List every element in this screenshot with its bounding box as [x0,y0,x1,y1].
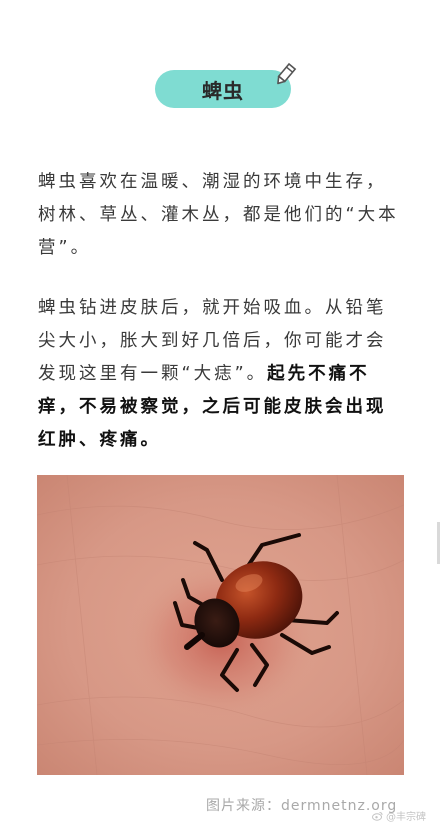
tick-on-skin-illustration [37,475,404,775]
paragraph-habitat: 蜱虫喜欢在温暖、潮湿的环境中生存，树林、草丛、灌木丛，都是他们的“大本营”。 [38,166,406,265]
tick-photo [37,475,404,775]
pencil-icon [277,62,297,85]
weibo-icon [372,811,383,821]
section-title: 蜱虫 [202,78,244,103]
section-title-badge: 蜱虫 [155,70,291,108]
watermark: @丰宗碑 [372,808,426,823]
paragraph-symptoms: 蜱虫钻进皮肤后，就开始吸血。从铅笔尖大小，胀大到好几倍后，你可能才会发现这里有一… [38,292,406,457]
watermark-text: @丰宗碑 [386,812,426,823]
paragraph-habitat-text: 蜱虫喜欢在温暖、潮湿的环境中生存，树林、草丛、灌木丛，都是他们的“大本营”。 [38,172,399,258]
